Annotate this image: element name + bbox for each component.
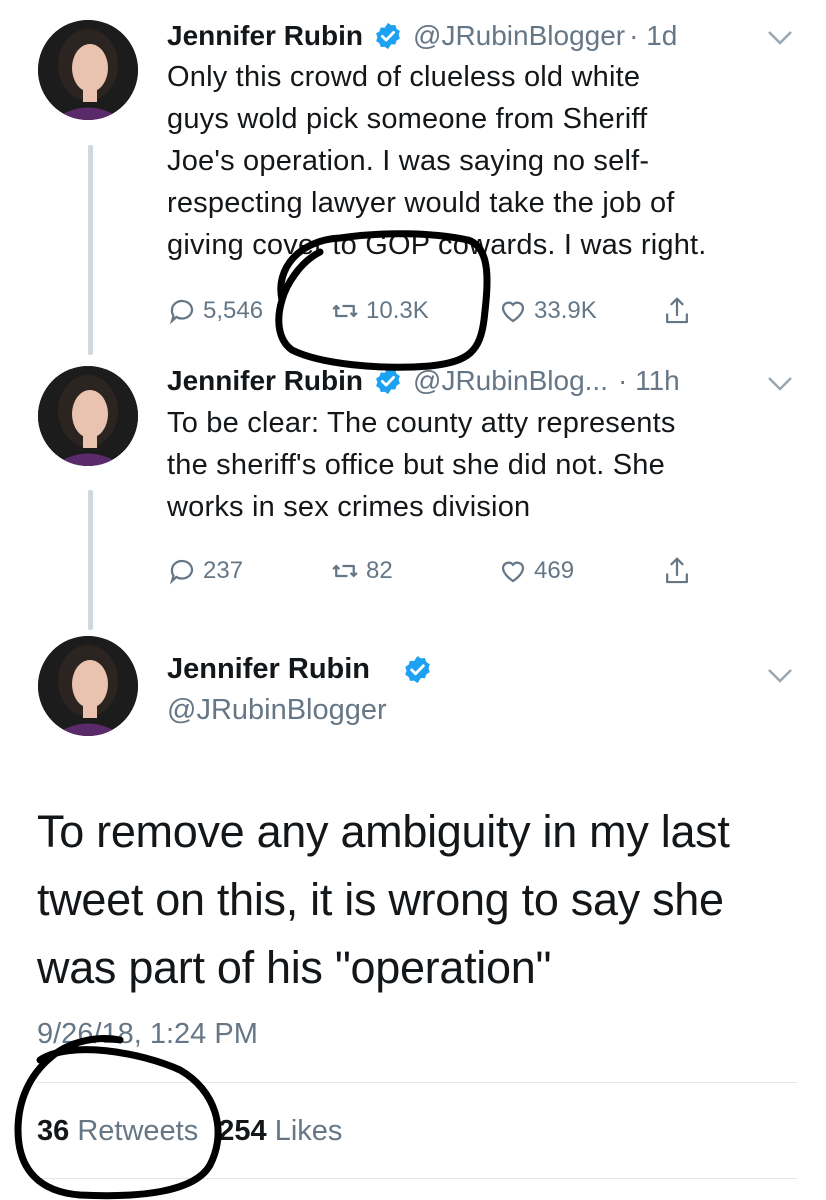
chevron-down-icon[interactable]	[767, 376, 793, 392]
like-total: 254	[218, 1115, 267, 1147]
avatar[interactable]	[38, 20, 138, 120]
author-name[interactable]: Jennifer Rubin	[167, 364, 363, 398]
reply-button[interactable]: 5,546	[167, 296, 263, 326]
reply-count: 237	[203, 557, 244, 584]
tweet-text: To be clear: The county atty represents …	[167, 407, 676, 523]
tweet-text: Only this crowd of clueless old white gu…	[167, 61, 707, 261]
reply-count: 5,546	[203, 297, 264, 324]
likes-label: Likes	[274, 1115, 343, 1147]
thread-line	[88, 490, 93, 630]
verified-badge-icon	[405, 655, 430, 684]
retweet-button[interactable]: 82	[330, 556, 393, 586]
like-count: 33.9K	[534, 297, 597, 324]
retweet-icon	[332, 564, 358, 578]
like-icon	[501, 301, 525, 323]
like-count: 469	[534, 557, 575, 584]
avatar[interactable]	[38, 366, 138, 466]
retweet-count: 10.3K	[366, 297, 429, 324]
chevron-down-icon[interactable]	[767, 30, 793, 46]
retweets-stat[interactable]: 36 Retweets	[37, 1115, 198, 1147]
author-handle[interactable]: @JRubinBlogger	[167, 694, 387, 727]
retweets-label: Retweets	[77, 1115, 199, 1147]
like-button[interactable]: 469	[498, 556, 574, 586]
tweet-time: · 11h	[617, 365, 680, 396]
tweet-header: Jennifer Rubin @JRubinBlogger · 1d	[167, 19, 677, 53]
avatar[interactable]	[38, 636, 138, 736]
verified-badge-icon	[376, 367, 400, 395]
avatar-image	[38, 636, 138, 736]
tweet-header: Jennifer Rubin @JRubinBlog... · 11h	[167, 364, 680, 398]
like-button[interactable]: 33.9K	[498, 296, 597, 326]
thread-line	[88, 145, 93, 355]
author-handle[interactable]: @JRubinBlog...	[413, 364, 608, 398]
tweet-time: · 1d	[629, 20, 678, 51]
retweet-count: 82	[366, 557, 393, 584]
share-icon[interactable]	[662, 295, 692, 327]
divider	[37, 1082, 797, 1083]
avatar-image	[38, 20, 138, 120]
retweet-total: 36	[37, 1115, 70, 1147]
author-name[interactable]: Jennifer Rubin	[167, 653, 370, 686]
author-name[interactable]: Jennifer Rubin	[167, 19, 363, 53]
main-tweet-text: To remove any ambiguity in my last tweet…	[37, 806, 730, 993]
tweet-timestamp[interactable]: 9/26/18, 1:24 PM	[37, 1018, 258, 1051]
like-icon	[501, 561, 525, 583]
tweet-stats: 36 Retweets 254 Likes	[37, 1115, 342, 1148]
author-handle[interactable]: @JRubinBlogger	[413, 19, 625, 53]
share-icon[interactable]	[662, 555, 692, 587]
reply-icon	[169, 299, 194, 325]
retweet-icon	[332, 304, 358, 318]
reply-icon	[169, 559, 194, 585]
divider	[37, 1178, 797, 1179]
likes-stat[interactable]: 254 Likes	[218, 1115, 342, 1147]
chevron-down-icon[interactable]	[767, 668, 793, 684]
reply-button[interactable]: 237	[167, 556, 243, 586]
verified-badge-icon	[376, 22, 400, 50]
retweet-button[interactable]: 10.3K	[330, 296, 429, 326]
avatar-image	[38, 366, 138, 466]
